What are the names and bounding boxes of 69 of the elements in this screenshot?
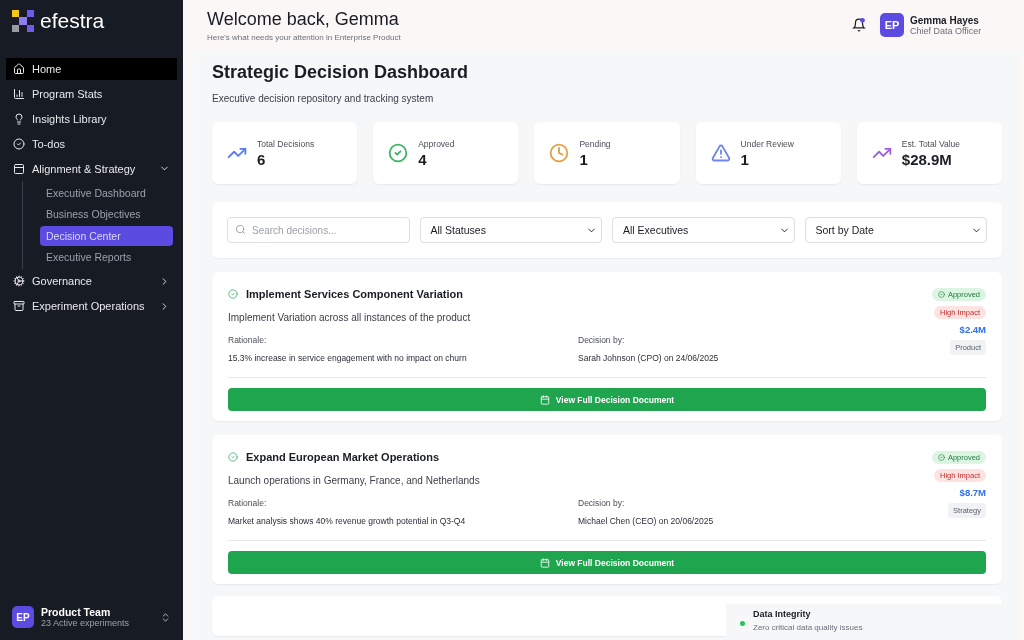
- decision-by-label: Decision by:: [578, 498, 626, 508]
- check-icon: [937, 291, 945, 298]
- brand-name: efestra: [40, 9, 105, 33]
- logo-icon: [12, 10, 34, 32]
- search-field[interactable]: Search decisions...: [227, 217, 410, 243]
- filter-select[interactable]: All Executives: [612, 217, 795, 243]
- user-avatar[interactable]: EP: [880, 13, 904, 37]
- decision-description: Implement Variation across all instances of the product: [228, 312, 472, 323]
- bell-icon[interactable]: [852, 18, 866, 32]
- rationale-text: Market analysis shows 40% revenue growth potential in Q3-Q4: [228, 516, 467, 526]
- rationale-text: 15.3% increase in service engagement with no impact on churn: [228, 353, 468, 363]
- check-icon: [228, 452, 238, 462]
- stat-label: Under Review: [740, 138, 794, 149]
- sidebar-item[interactable]: Insights Library: [6, 107, 177, 130]
- sidebar-item[interactable]: Governance: [6, 270, 177, 292]
- decision-by-label: Decision by:: [578, 335, 626, 345]
- rationale-label: Rationale:: [228, 335, 268, 345]
- nav-icon: [13, 275, 25, 287]
- check-icon: [228, 289, 238, 299]
- sidebar-item[interactable]: Experiment Operations: [6, 295, 177, 317]
- user-name: Gemma Hayes: [910, 14, 980, 26]
- filter-select[interactable]: All Statuses: [419, 217, 602, 243]
- sidebar-item[interactable]: Alignment & Strategy: [6, 157, 177, 180]
- stat-label: Pending: [579, 138, 611, 149]
- user-role: Chief Data Officer: [910, 25, 983, 36]
- decision-value: $2.4M: [959, 324, 986, 335]
- filter-select[interactable]: Sort by Date: [804, 217, 987, 243]
- decision-value: $8.7M: [959, 487, 986, 498]
- sidebar-item[interactable]: Home: [6, 57, 177, 80]
- team-name: Product Team: [41, 606, 112, 618]
- sidebar-subitem[interactable]: Decision Center: [40, 225, 173, 246]
- check-icon: [937, 454, 945, 461]
- stat-label: Total Decisions: [257, 138, 315, 149]
- sidebar-subitem[interactable]: Executive Reports: [40, 247, 173, 267]
- nav-icon: [13, 112, 25, 125]
- sidebar-item[interactable]: Program Stats: [6, 82, 177, 105]
- stat-value: $28.9M: [901, 150, 953, 168]
- switcher-icon[interactable]: [160, 611, 171, 623]
- calendar-icon: [539, 394, 550, 405]
- stat-value: 4: [418, 150, 428, 168]
- integrity-title: Data Integrity: [753, 609, 812, 619]
- nav-icon: [13, 62, 25, 75]
- integrity-text: Zero critical data quality issues: [753, 623, 863, 632]
- calendar-icon: [539, 557, 550, 568]
- decision-by-text: Sarah Johnson (CPO) on 24/06/2025: [578, 353, 720, 363]
- stat-value: 1: [579, 150, 589, 168]
- team-avatar: EP: [12, 606, 34, 628]
- search-icon: [235, 224, 246, 235]
- stat-label: Est. Total Value: [901, 138, 961, 149]
- welcome-title: Welcome back, Gemma: [207, 8, 400, 30]
- decision-description: Launch operations in Germany, France, and Netherlands: [228, 475, 481, 486]
- page-title: Strategic Decision Dashboard: [212, 62, 470, 83]
- decision-title: Implement Services Component Variation: [246, 288, 463, 300]
- stat-value: 6: [257, 150, 267, 168]
- page-subtitle: Executive decision repository and tracking system: [212, 93, 435, 104]
- decision-title: Expand European Market Operations: [246, 451, 440, 463]
- nav-icon: [13, 300, 25, 312]
- team-subtitle: 23 Active experiments: [41, 618, 131, 628]
- stat-label: Approved: [418, 138, 455, 149]
- nav-icon: [13, 162, 25, 175]
- nav-icon: [13, 137, 25, 150]
- sidebar-subitem[interactable]: Executive Dashboard: [40, 182, 173, 203]
- nav-icon: [13, 87, 25, 100]
- sidebar-item[interactable]: To-dos: [6, 132, 177, 155]
- sidebar-subitem[interactable]: Business Objectives: [40, 204, 173, 224]
- rationale-label: Rationale:: [228, 498, 268, 508]
- decision-by-text: Michael Chen (CEO) on 20/06/2025: [578, 516, 715, 526]
- stat-value: 1: [740, 150, 750, 168]
- welcome-subtitle: Here's what needs your attention in Enterprise Product: [207, 32, 402, 42]
